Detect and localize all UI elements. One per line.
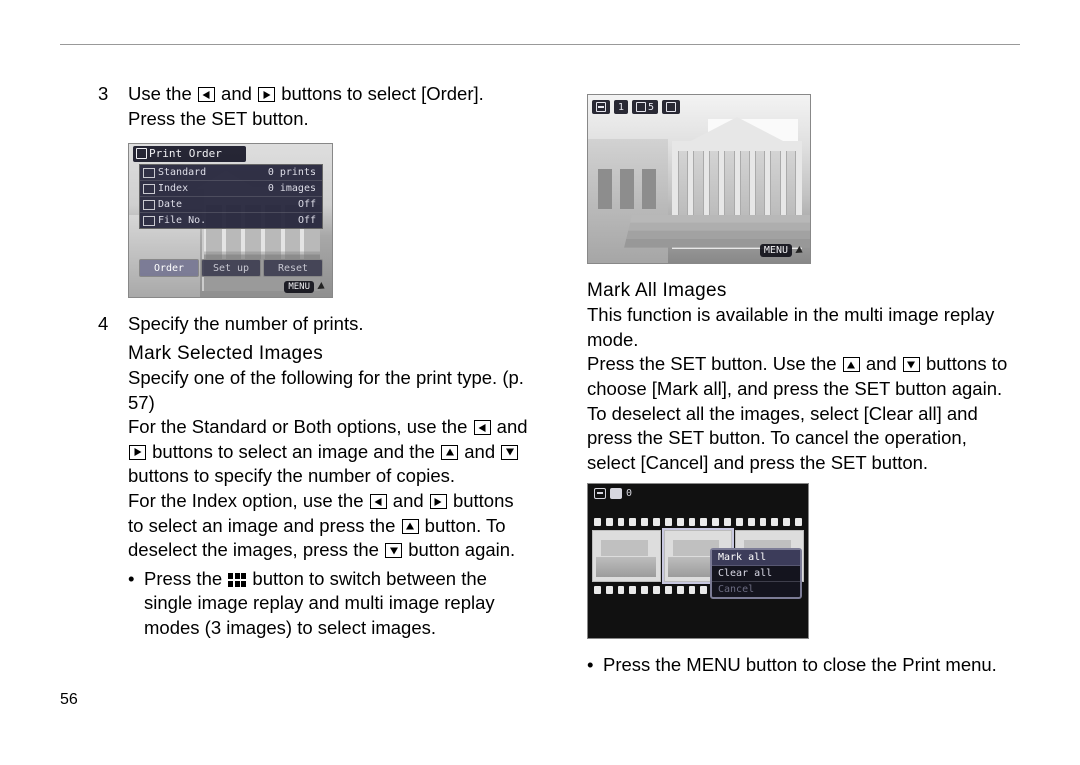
- lcd3-count: 0: [626, 488, 632, 499]
- arrow-down-icon: [501, 445, 518, 460]
- arrow-left-icon: [198, 87, 215, 102]
- print-icon: [594, 488, 606, 499]
- lcd3-menu-cancel: Cancel: [712, 582, 800, 597]
- film-frame: [592, 530, 661, 582]
- right-column: 1 5 MENU Mark All Images This function i…: [587, 82, 1020, 678]
- lcd3-popup-menu: Mark all Clear all Cancel: [710, 548, 802, 599]
- arrow-right-icon: [129, 445, 146, 460]
- lcd1-row-date: DateOff: [140, 197, 322, 213]
- hud-copies: 5: [632, 100, 658, 114]
- arrow-down-icon: [903, 357, 920, 372]
- arrow-up-icon: [441, 445, 458, 460]
- lcd3-menu-clear-all: Clear all: [712, 566, 800, 582]
- right-bullet-1: • Press the MENU button to close the Pri…: [587, 653, 1020, 678]
- step-4-number: 4: [98, 312, 128, 337]
- hud-image-num: 1: [614, 100, 628, 114]
- lcd1-row-index: Index0 images: [140, 181, 322, 197]
- lcd1-row-fileno: File No.Off: [140, 213, 322, 228]
- step-4-text: Specify the number of prints.: [128, 312, 531, 337]
- return-arrow-icon: [795, 246, 804, 256]
- image-badge-icon: [610, 488, 622, 499]
- page-number: 56: [60, 691, 78, 709]
- page-rule: [60, 44, 1020, 45]
- step-3-text-b: and: [216, 83, 257, 104]
- multi-replay-icon: [228, 573, 246, 587]
- arrow-up-icon: [843, 357, 860, 372]
- heading-mark-selected: Mark Selected Images: [128, 341, 531, 366]
- return-arrow-icon: [317, 282, 326, 292]
- right-para3: To deselect all the images, select [Clea…: [587, 402, 1020, 476]
- lcd-single-image: 1 5 MENU: [587, 94, 811, 264]
- arrow-down-icon: [385, 543, 402, 558]
- step-3-text: Use the and buttons to select [Order]. P…: [128, 82, 531, 131]
- left-bullet-1: • Press the button to switch between the…: [128, 567, 531, 641]
- step-4: 4 Specify the number of prints.: [98, 312, 531, 337]
- left-para1: Specify one of the following for the pri…: [128, 366, 531, 415]
- arrow-right-icon: [258, 87, 275, 102]
- lcd3-menu-mark-all: Mark all: [712, 550, 800, 566]
- left-column: 3 Use the and buttons to select [Order].…: [98, 82, 531, 678]
- print-icon: [592, 100, 610, 114]
- step-3-text-a: Use the: [128, 83, 197, 104]
- right-para2: Press the SET button. Use the and button…: [587, 352, 1020, 401]
- arrow-left-icon: [370, 494, 387, 509]
- step-3-number: 3: [98, 82, 128, 131]
- lcd1-tabs: Order Set up Reset: [139, 259, 323, 277]
- lcd1-row-standard: Standard0 prints: [140, 165, 322, 181]
- lcd1-tab-order: Order: [139, 259, 199, 277]
- left-para2: For the Standard or Both options, use th…: [128, 415, 531, 489]
- menu-badge: MENU: [284, 281, 314, 293]
- lcd1-menu-hint: MENU: [284, 281, 326, 293]
- hud-grid-icon: [662, 100, 680, 114]
- arrow-up-icon: [402, 519, 419, 534]
- page-content: 3 Use the and buttons to select [Order].…: [98, 82, 1020, 678]
- arrow-right-icon: [430, 494, 447, 509]
- right-para1: This function is available in the multi …: [587, 303, 1020, 352]
- lcd1-title: Print Order: [133, 146, 246, 162]
- lcd1-tab-setup: Set up: [201, 259, 261, 277]
- lcd2-hud: 1 5: [592, 99, 680, 115]
- lcd3-hud: 0: [594, 488, 632, 499]
- left-para3: For the Index option, use the and button…: [128, 489, 531, 563]
- lcd-print-order: Print Order Standard0 prints Index0 imag…: [128, 143, 333, 298]
- arrow-left-icon: [474, 420, 491, 435]
- menu-badge: MENU: [760, 244, 792, 257]
- step-3: 3 Use the and buttons to select [Order].…: [98, 82, 531, 131]
- lcd1-tab-reset: Reset: [263, 259, 323, 277]
- lcd1-rows: Standard0 prints Index0 images DateOff F…: [139, 164, 323, 229]
- heading-mark-all: Mark All Images: [587, 278, 1020, 303]
- lcd-mark-all-menu: 0 Mark all Clear all Cancel: [587, 483, 809, 639]
- lcd2-menu-hint: MENU: [760, 244, 804, 257]
